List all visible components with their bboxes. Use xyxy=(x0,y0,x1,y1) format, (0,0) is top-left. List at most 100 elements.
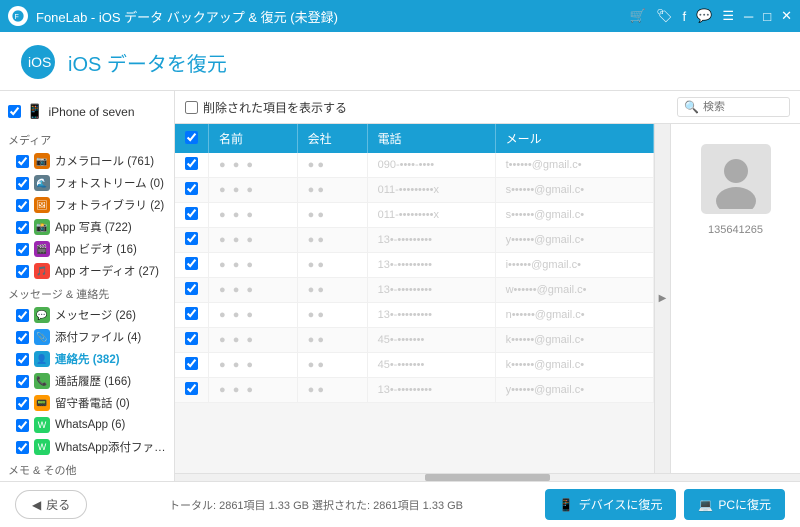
hscroll-thumb[interactable] xyxy=(425,474,550,481)
tag-icon[interactable]: 🏷 xyxy=(656,8,673,24)
search-input[interactable] xyxy=(703,101,783,113)
cart-icon[interactable]: 🛒 xyxy=(630,8,646,24)
app-audio-label: App オーディオ (27) xyxy=(55,263,166,279)
sidebar-item-messages[interactable]: 💬メッセージ (26) xyxy=(0,304,174,326)
contact-panel: 135641265 xyxy=(670,124,800,473)
footer-actions: 📱 デバイスに復元 💻 PCに復元 xyxy=(545,489,785,520)
messages-icon: 💬 xyxy=(34,307,50,323)
sidebar-category-label: メモ & その他 xyxy=(0,458,174,480)
checkbox-app-audio[interactable] xyxy=(16,265,29,278)
table-hscroll[interactable] xyxy=(175,473,800,481)
table-row[interactable]: ● ● ●● ●13•-•••••••••y••••••@gmail.c• xyxy=(175,378,654,403)
scroll-right-arrow[interactable]: ▶ xyxy=(654,124,670,473)
restore-to-device-button[interactable]: 📱 デバイスに復元 xyxy=(545,489,677,520)
checkbox-camera-roll[interactable] xyxy=(16,155,29,168)
checkbox-photo-stream[interactable] xyxy=(16,177,29,190)
table-row[interactable]: ● ● ●● ●13•-•••••••••n••••••@gmail.c• xyxy=(175,303,654,328)
checkbox-contacts[interactable] xyxy=(16,353,29,366)
checkbox-app-video[interactable] xyxy=(16,243,29,256)
attachments-label: 添付ファイル (4) xyxy=(55,329,166,345)
app-video-label: App ビデオ (16) xyxy=(55,241,166,257)
sidebar-item-camera-roll[interactable]: 📷カメラロール (761) xyxy=(0,150,174,172)
header-checkbox[interactable] xyxy=(175,124,209,153)
table-row[interactable]: ● ● ●● ●090-••••-••••t••••••@gmail.c• xyxy=(175,153,654,178)
table-row[interactable]: ● ● ●● ●45•-•••••••k••••••@gmail.c• xyxy=(175,353,654,378)
sidebar-item-whatsapp-attach[interactable]: WWhatsApp添付ファイル (6) xyxy=(0,436,174,458)
checkbox-whatsapp[interactable] xyxy=(16,419,29,432)
checkbox-attachments[interactable] xyxy=(16,331,29,344)
checkbox-messages[interactable] xyxy=(16,309,29,322)
sidebar-item-contacts[interactable]: 👤連絡先 (382) xyxy=(0,348,174,370)
show-deleted-label[interactable]: 削除された項目を表示する xyxy=(185,99,347,116)
table-row[interactable]: ● ● ●● ●13•-•••••••••w••••••@gmail.c• xyxy=(175,278,654,303)
footer: ◀ 戻る トータル: 2861項目 1.33 GB 選択された: 2861項目 … xyxy=(0,481,800,527)
sidebar-item-voicemail[interactable]: 📟 留守番電話 (0) xyxy=(0,392,174,414)
checkbox-voicemail[interactable] xyxy=(16,397,29,410)
sidebar-item-notes[interactable]: 📝メモ (50) xyxy=(0,480,174,481)
svg-text:iOS: iOS xyxy=(28,54,51,70)
voicemail-icon: 📟 xyxy=(34,395,50,411)
photo-stream-icon: 🌊 xyxy=(34,175,50,191)
search-box[interactable]: 🔍 xyxy=(677,97,790,117)
table-header: 名前 会社 電話 メール xyxy=(175,124,654,153)
sidebar: 📱 iPhone of seven メディア📷カメラロール (761)🌊フォトス… xyxy=(0,91,175,481)
back-button[interactable]: ◀ 戻る xyxy=(15,490,87,519)
contact-avatar xyxy=(701,144,771,214)
whatsapp-label: WhatsApp (6) xyxy=(55,419,166,431)
sidebar-item-call-history[interactable]: 📞 通話履歴 (166) xyxy=(0,370,174,392)
menu-icon[interactable]: ☰ xyxy=(722,8,734,24)
call-history-label: 通話履歴 (166) xyxy=(55,373,166,389)
table-area: 名前 会社 電話 メール ● ● ●● ●090-••••-••••t•••••… xyxy=(175,124,800,473)
titlebar-title: FoneLab - iOS データ バックアップ & 復元 (未登録) xyxy=(36,7,338,26)
header-phone: 電話 xyxy=(367,124,495,153)
content-area: 削除された項目を表示する 🔍 名前 会社 電話 メール xyxy=(175,91,800,481)
app-logo-icon: iOS xyxy=(20,44,56,80)
table-row[interactable]: ● ● ●● ●011-•••••••••xs••••••@gmail.c• xyxy=(175,178,654,203)
titlebar-controls: 🛒 🏷 f 💬 ☰ ─ □ ✕ xyxy=(630,8,792,24)
photo-library-icon: 🖼 xyxy=(34,197,50,213)
titlebar: F FoneLab - iOS データ バックアップ & 復元 (未登録) 🛒 … xyxy=(0,0,800,32)
checkbox-whatsapp-attach[interactable] xyxy=(16,441,29,454)
table-container[interactable]: 名前 会社 電話 メール ● ● ●● ●090-••••-••••t•••••… xyxy=(175,124,654,473)
minimize-icon[interactable]: ─ xyxy=(744,9,753,24)
avatar-icon xyxy=(706,149,766,209)
sidebar-item-whatsapp[interactable]: WWhatsApp (6) xyxy=(0,414,174,436)
device-item[interactable]: 📱 iPhone of seven xyxy=(0,99,174,128)
sidebar-item-app-video[interactable]: 🎬App ビデオ (16) xyxy=(0,238,174,260)
sidebar-item-app-photos[interactable]: 📸App 写真 (722) xyxy=(0,216,174,238)
device-label: iPhone of seven xyxy=(48,105,134,119)
chat-icon[interactable]: 💬 xyxy=(696,8,712,24)
table-row[interactable]: ● ● ●● ●13•-•••••••••i••••••@gmail.c• xyxy=(175,253,654,278)
app-audio-icon: 🎵 xyxy=(34,263,50,279)
sidebar-item-app-audio[interactable]: 🎵 App オーディオ (27) xyxy=(0,260,174,282)
checkbox-call-history[interactable] xyxy=(16,375,29,388)
titlebar-left: F FoneLab - iOS データ バックアップ & 復元 (未登録) xyxy=(8,6,338,26)
table-row[interactable]: ● ● ●● ●45•-•••••••k••••••@gmail.c• xyxy=(175,328,654,353)
sidebar-item-photo-library[interactable]: 🖼フォトライブラリ (2) xyxy=(0,194,174,216)
table-row[interactable]: ● ● ●● ●13•-•••••••••y••••••@gmail.c• xyxy=(175,228,654,253)
voicemail-label: 留守番電話 (0) xyxy=(55,395,166,411)
table-row[interactable]: ● ● ●● ●011-•••••••••xs••••••@gmail.c• xyxy=(175,203,654,228)
title-ios: iOS xyxy=(68,54,101,76)
sidebar-item-photo-stream[interactable]: 🌊フォトストリーム (0) xyxy=(0,172,174,194)
contact-id: 135641265 xyxy=(708,224,763,236)
call-history-icon: 📞 xyxy=(34,373,50,389)
header-name: 名前 xyxy=(209,124,298,153)
restore-to-pc-button[interactable]: 💻 PCに復元 xyxy=(684,489,785,520)
whatsapp-attach-label: WhatsApp添付ファイル (6) xyxy=(55,439,166,455)
close-icon[interactable]: ✕ xyxy=(781,8,792,24)
contacts-label: 連絡先 (382) xyxy=(55,351,166,367)
checkbox-app-photos[interactable] xyxy=(16,221,29,234)
sidebar-category-label: メディア xyxy=(0,128,174,150)
sidebar-item-attachments[interactable]: 📎添付ファイル (4) xyxy=(0,326,174,348)
device-checkbox[interactable] xyxy=(8,105,21,118)
app-photos-label: App 写真 (722) xyxy=(55,219,166,235)
title-rest: データを復元 xyxy=(101,54,227,76)
sidebar-category-label: メッセージ & 連絡先 xyxy=(0,282,174,304)
maximize-icon[interactable]: □ xyxy=(763,9,771,24)
content-toolbar: 削除された項目を表示する 🔍 xyxy=(175,91,800,124)
show-deleted-checkbox[interactable] xyxy=(185,101,198,114)
page-title: iOS データを復元 xyxy=(68,48,227,77)
checkbox-photo-library[interactable] xyxy=(16,199,29,212)
facebook-icon[interactable]: f xyxy=(683,9,687,24)
